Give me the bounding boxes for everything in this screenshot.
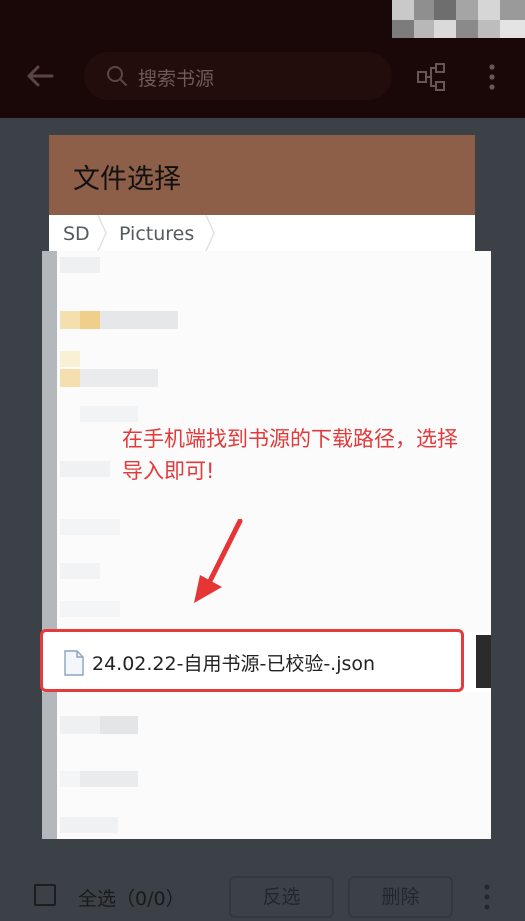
invert-selection-button[interactable]: 反选	[229, 876, 334, 918]
search-placeholder: 搜索书源	[138, 68, 215, 90]
delete-button[interactable]: 删除	[348, 876, 453, 918]
blurred-list-item	[60, 771, 80, 787]
select-all-checkbox[interactable]	[34, 884, 56, 906]
select-all-label[interactable]: 全选（0/0）	[78, 884, 185, 911]
annotation-text: 在手机端找到书源的下载路径，选择导入即可!	[122, 427, 458, 483]
breadcrumb-item-sd[interactable]: SD	[63, 223, 90, 245]
row-edge-shadow	[476, 635, 491, 688]
blurred-list-item	[80, 406, 138, 422]
blurred-list-item	[80, 771, 138, 787]
highlight-box	[40, 629, 464, 692]
blurred-list-item	[80, 311, 100, 329]
list-scroll-strip	[42, 251, 57, 839]
breadcrumb-item-pictures[interactable]: Pictures	[119, 223, 194, 245]
dialog-title: 文件选择	[73, 164, 181, 195]
dialog-header: 文件选择	[49, 135, 475, 215]
search-input[interactable]: 搜索书源	[84, 52, 392, 100]
breadcrumb-chevron-icon	[205, 215, 215, 251]
more-vert-icon[interactable]	[484, 62, 500, 92]
blurred-list-item	[60, 519, 120, 535]
blurred-list-item	[60, 257, 100, 273]
file-list[interactable]: 在手机端找到书源的下载路径，选择导入即可!	[42, 251, 491, 839]
blurred-list-item	[60, 601, 120, 617]
tree-icon[interactable]	[416, 62, 446, 92]
blurred-list-item	[80, 369, 158, 387]
blurred-list-item	[60, 817, 118, 833]
search-icon	[107, 66, 127, 86]
blurred-list-item	[100, 311, 178, 329]
blurred-list-item	[60, 369, 80, 387]
blurred-list-item	[60, 351, 80, 367]
status-bar-pixelated	[392, 0, 525, 38]
blurred-list-item	[60, 716, 100, 734]
bottom-bar: 全选（0/0） 反选 删除	[0, 860, 525, 921]
arrow-icon	[194, 519, 243, 603]
back-arrow-icon[interactable]	[24, 60, 56, 92]
app-bar: 搜索书源	[0, 0, 525, 118]
more-vert-icon[interactable]	[482, 882, 492, 912]
blurred-list-item	[60, 461, 110, 477]
blurred-list-item	[100, 716, 138, 734]
blurred-list-item	[60, 311, 80, 329]
blurred-list-item	[60, 563, 100, 579]
breadcrumb: SD Pictures	[49, 215, 475, 251]
breadcrumb-chevron-icon	[97, 215, 107, 251]
